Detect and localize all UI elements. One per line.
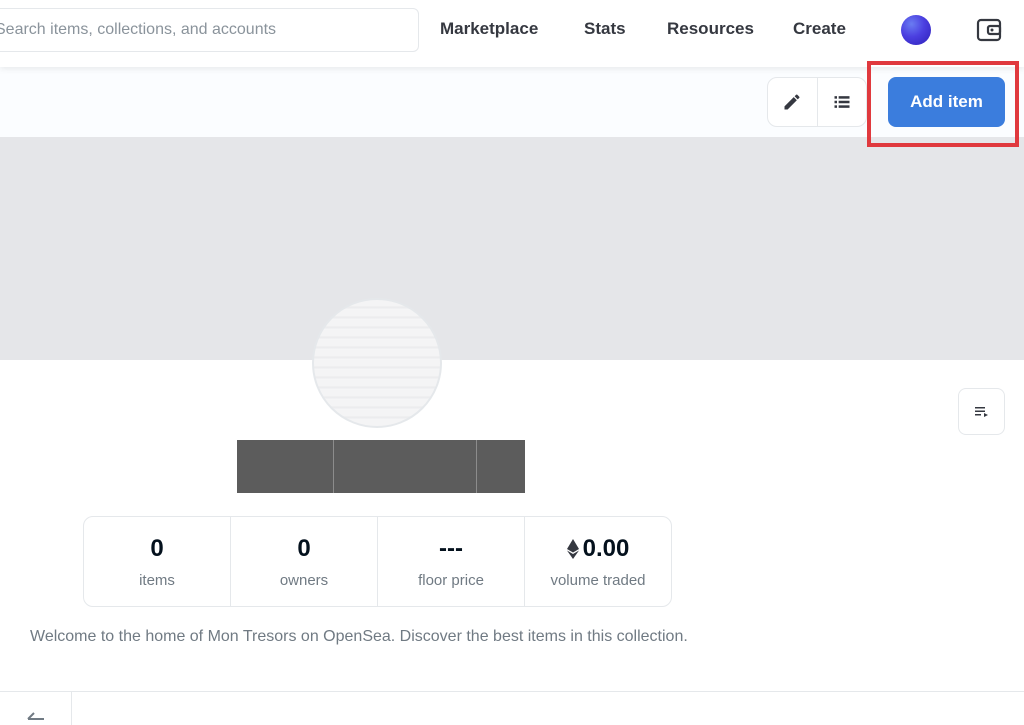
- stat-floor-price[interactable]: --- floor price: [377, 517, 524, 606]
- stat-volume-label: volume traded: [550, 572, 646, 589]
- collection-description: Welcome to the home of Mon Tresors on Op…: [30, 628, 688, 645]
- side-action-button[interactable]: [958, 388, 1005, 435]
- arrow-left-icon: [26, 712, 44, 720]
- collection-logo: [312, 298, 442, 428]
- stat-owners-label: owners: [279, 572, 329, 589]
- collection-banner: [0, 137, 1024, 360]
- bottom-bar: [0, 691, 1024, 725]
- nav-resources[interactable]: Resources: [667, 19, 754, 39]
- stat-items[interactable]: 0 items: [84, 517, 230, 606]
- edit-button[interactable]: [768, 78, 817, 126]
- collection-name-redacted: [237, 440, 525, 493]
- playlist-icon: [974, 406, 988, 417]
- wallet-icon[interactable]: [976, 17, 1002, 43]
- stat-volume-traded[interactable]: 0.00 volume traded: [524, 517, 671, 606]
- toolbar-button-group: [767, 77, 867, 127]
- stat-owners-value: 0: [297, 535, 311, 562]
- list-view-button[interactable]: [816, 78, 866, 126]
- search-input[interactable]: [0, 9, 418, 51]
- pencil-icon: [784, 94, 800, 110]
- top-navigation: Marketplace Stats Resources Create: [0, 0, 1024, 67]
- nav-stats[interactable]: Stats: [584, 19, 626, 39]
- add-item-button[interactable]: Add item: [888, 77, 1005, 127]
- nav-marketplace[interactable]: Marketplace: [440, 19, 538, 39]
- stat-volume-value-row: 0.00: [566, 534, 630, 564]
- collection-toolbar: Add item: [0, 67, 1024, 137]
- stat-floor-price-value: ---: [439, 535, 463, 562]
- ethereum-icon: [566, 539, 579, 559]
- stat-owners[interactable]: 0 owners: [230, 517, 377, 606]
- user-avatar[interactable]: [901, 15, 931, 45]
- stat-items-value: 0: [150, 535, 164, 562]
- back-button[interactable]: [0, 692, 72, 725]
- stat-items-label: items: [139, 572, 175, 589]
- stat-floor-price-label: floor price: [418, 572, 484, 589]
- search-box[interactable]: [0, 8, 419, 52]
- list-icon: [834, 96, 850, 108]
- nav-create[interactable]: Create: [793, 19, 846, 39]
- stat-volume-value: 0.00: [582, 535, 630, 562]
- collection-stats: 0 items 0 owners --- floor price 0.00 vo…: [83, 516, 672, 607]
